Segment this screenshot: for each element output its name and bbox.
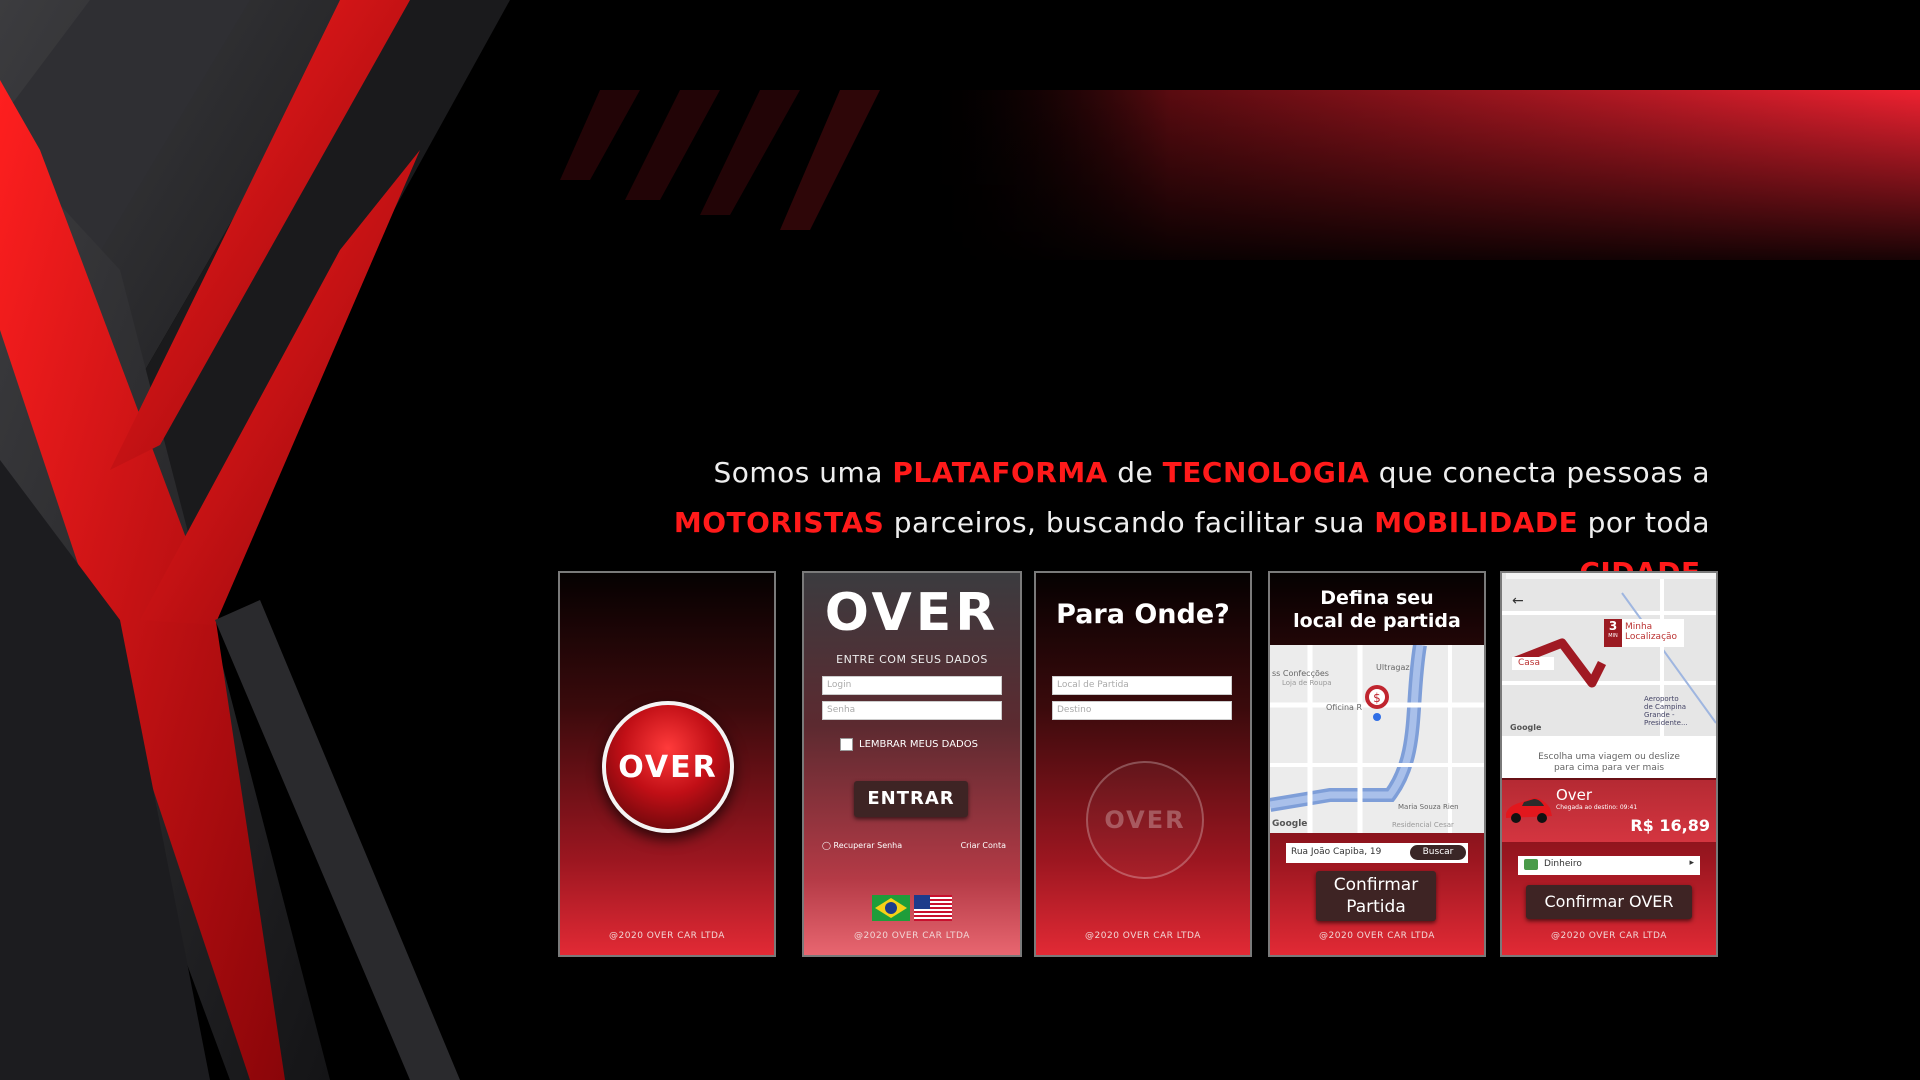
confirm-pickup-label: Partida [1346,897,1406,917]
destination-title: Para Onde? [1056,599,1230,630]
airport-text: Aeroporto [1644,695,1679,703]
back-arrow-icon[interactable]: ← [1512,593,1524,609]
tagline-text: por toda [1578,506,1710,539]
footer-copyright: @2020 OVER CAR LTDA [1551,931,1667,941]
svg-text:$: $ [1373,691,1381,705]
eta-unit: MIN [1608,633,1618,639]
tagline-highlight: PLATAFORMA [892,456,1108,489]
map-label: Loja de Roupa [1282,679,1332,687]
hint-text: Escolha uma viagem ou deslize [1538,752,1680,762]
screen-splash: OVER @2020 OVER CAR LTDA [558,571,776,957]
map-label: Oficina R [1326,703,1363,712]
checkbox-icon[interactable] [840,738,853,751]
ride-name: Over [1556,786,1593,804]
confirm-pickup-label: Confirmar [1333,875,1419,895]
remember-me[interactable]: LEMBRAR MEUS DADOS [840,738,978,751]
remember-label: LEMBRAR MEUS DADOS [859,739,978,750]
screen-login: OVER ENTRE COM SEUS DADOS Login Senha LE… [802,571,1022,957]
cash-icon [1524,859,1538,870]
tagline-highlight: TECNOLOGIA [1162,456,1370,489]
address-value: Rua João Capiba, 19 [1291,847,1382,857]
home-label: Casa [1512,657,1554,670]
footer-copyright: @2020 OVER CAR LTDA [1085,931,1201,941]
origin-field[interactable]: Local de Partida [1052,676,1232,695]
map-label: Ultragaz [1376,663,1410,672]
brand-logo: OVER [824,583,1000,643]
chevron-right-icon: ▸ [1689,858,1694,868]
airport-text: Presidente... [1644,719,1688,727]
map-label: Residencial Cesar [1392,821,1454,829]
pickup-title-line: local de partida [1293,610,1461,632]
my-location-text: Localização [1625,632,1678,642]
recover-password-link[interactable]: ◯ Recuperar Senha [822,841,902,850]
airport-text: de Campina [1644,703,1687,711]
tagline-text: que conecta pessoas a [1369,456,1710,489]
pickup-title-line: Defina seu [1320,587,1434,609]
usa-flag-icon[interactable] [914,895,952,921]
payment-method-select[interactable]: Dinheiro ▸ [1518,856,1700,875]
pickup-map[interactable]: $ ss Confecções Loja de Roupa Ultragaz O… [1270,645,1484,833]
footer-copyright: @2020 OVER CAR LTDA [1319,931,1435,941]
payment-value: Dinheiro [1544,859,1582,869]
pickup-title: Defina seu local de partida [1270,587,1484,633]
confirm-pickup-button[interactable]: Confirmar Partida [1316,871,1436,921]
create-account-link[interactable]: Criar Conta [961,841,1006,850]
swipe-hint[interactable]: Escolha uma viagem ou deslize para cima … [1502,736,1716,778]
watermark-logo: OVER [1086,761,1204,879]
ride-price: R$ 16,89 [1630,816,1710,835]
airport-label: Aeroporto de Campina Grande - Presidente… [1644,695,1688,727]
tagline-highlight: MOTORISTAS [673,506,885,539]
password-field[interactable]: Senha [822,701,1002,720]
screen-ride: ← 3 MIN Minha Localização Casa Aeroporto… [1500,571,1718,957]
destination-field[interactable]: Destino [1052,701,1232,720]
brazil-flag-icon[interactable] [872,895,910,921]
login-subtitle: ENTRE COM SEUS DADOS [836,653,988,666]
enter-button[interactable]: ENTRAR [854,781,968,817]
confirm-over-button[interactable]: Confirmar OVER [1526,885,1692,919]
tagline-text: de [1107,456,1163,489]
route-map[interactable]: ← 3 MIN Minha Localização Casa Aeroporto… [1502,573,1716,736]
address-input[interactable]: Rua João Capiba, 19 Buscar [1286,843,1468,863]
footer-copyright: @2020 OVER CAR LTDA [609,931,725,941]
google-logo: Google [1272,819,1308,829]
recover-label: Recuperar Senha [833,841,903,850]
hint-text: para cima para ver mais [1553,763,1665,773]
screen-destination: Para Onde? Local de Partida Destino OVER… [1034,571,1252,957]
map-label: ss Confecções [1272,669,1329,678]
tagline-highlight: MOBILIDADE [1374,506,1579,539]
screen-pickup: Defina seu local de partida $ ss Confecç… [1268,571,1486,957]
ride-eta: Chegada ao destino: 09:41 [1556,804,1638,811]
language-flags [872,895,952,921]
tagline-line-1: Somos uma PLATAFORMA de TECNOLOGIA que c… [610,448,1710,498]
login-field[interactable]: Login [822,676,1002,695]
search-button[interactable]: Buscar [1410,845,1466,860]
map-label: Maria Souza Rien [1398,803,1459,811]
my-location-label: Minha Localização [1622,619,1684,647]
over-logo-button[interactable]: OVER [602,701,734,833]
car-icon [1506,798,1552,823]
tagline-text: parceiros, buscando facilitar sua [884,506,1375,539]
google-logo: Google [1510,723,1542,732]
logo-text: OVER [618,749,718,785]
eta-number: 3 [1608,619,1618,633]
tagline-text: Somos uma [713,456,893,489]
eta-badge: 3 MIN [1604,619,1622,647]
footer-copyright: @2020 OVER CAR LTDA [854,931,970,941]
airport-text: Grande - [1644,711,1675,719]
logo-text: OVER [1104,806,1186,834]
ride-option-over[interactable]: Over Chegada ao destino: 09:41 R$ 16,89 [1502,780,1716,842]
my-location-text: Minha [1625,622,1653,632]
